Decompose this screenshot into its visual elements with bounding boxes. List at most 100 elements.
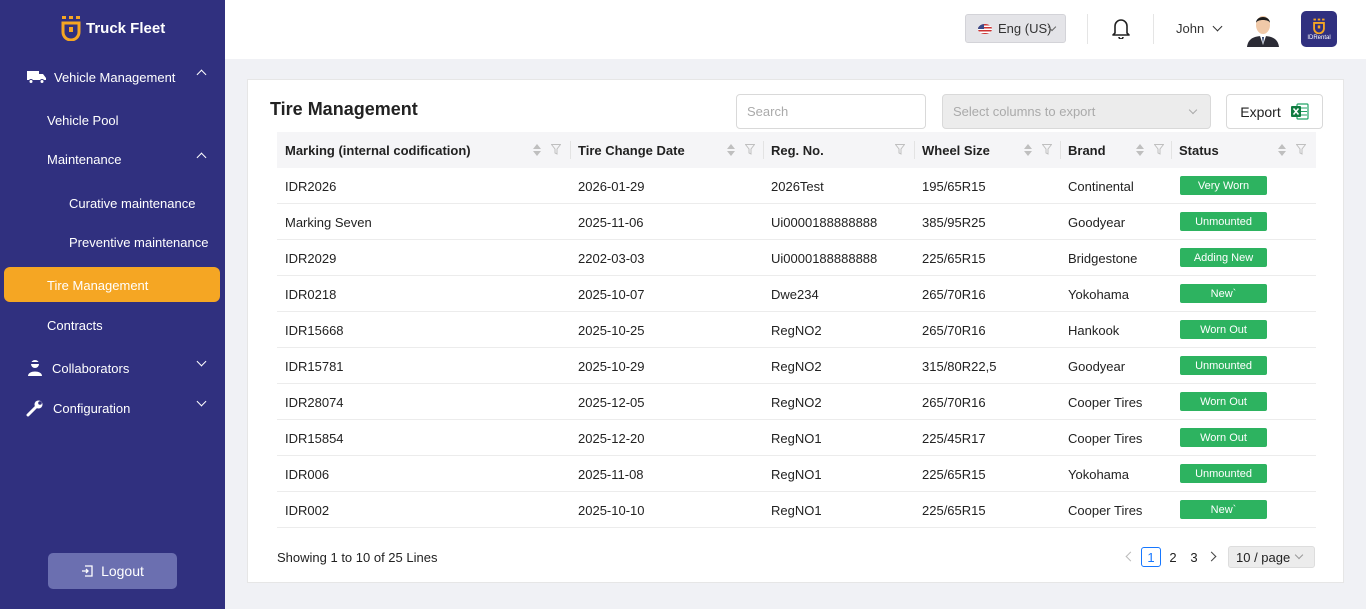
- sidebar-item-label: Maintenance: [47, 151, 122, 167]
- export-button[interactable]: Export: [1226, 94, 1323, 129]
- column-header-reg-no[interactable]: Reg. No.: [763, 132, 914, 168]
- sort-icon[interactable]: [1024, 144, 1032, 156]
- filter-icon[interactable]: [745, 144, 755, 155]
- sort-icon[interactable]: [533, 144, 541, 156]
- pagination: 1 2 3 10 / page: [1124, 546, 1324, 568]
- status-badge: Unmounted: [1180, 356, 1267, 375]
- cell-wheel-size: 225/65R15: [922, 250, 986, 266]
- table-row[interactable]: IDR006 2025-11-08 RegNO1 225/65R15 Yokoh…: [277, 456, 1316, 492]
- cell-reg-no: 2026Test: [771, 178, 824, 194]
- page-2-button[interactable]: 2: [1166, 546, 1180, 568]
- filter-icon[interactable]: [1042, 144, 1052, 155]
- filter-icon[interactable]: [1154, 144, 1164, 155]
- table-row[interactable]: IDR2029 2202-03-03 Ui0000188888888 225/6…: [277, 240, 1316, 276]
- cell-wheel-size: 265/70R16: [922, 286, 986, 302]
- export-columns-select[interactable]: Select columns to export: [942, 94, 1211, 129]
- cell-reg-no: RegNO1: [771, 430, 822, 446]
- cell-reg-no: RegNO2: [771, 322, 822, 338]
- sidebar-item-preventive-maintenance[interactable]: Preventive maintenance: [0, 233, 225, 251]
- cell-reg-no: Ui0000188888888: [771, 250, 878, 266]
- cell-marking: IDR2029: [285, 250, 337, 266]
- sort-icon[interactable]: [1278, 144, 1286, 156]
- sidebar-item-label: Collaborators: [52, 360, 130, 376]
- cell-marking: Marking Seven: [285, 214, 372, 230]
- search-input[interactable]: [736, 94, 926, 129]
- cell-tire-change-date: 2025-10-10: [578, 502, 645, 518]
- column-header-wheel-size[interactable]: Wheel Size: [914, 132, 1060, 168]
- sidebar-item-collaborators[interactable]: Collaborators: [0, 356, 225, 378]
- table-row[interactable]: IDR0218 2025-10-07 Dwe234 265/70R16 Yoko…: [277, 276, 1316, 312]
- cell-brand: Yokohama: [1068, 286, 1129, 302]
- cell-brand: Continental: [1068, 178, 1134, 194]
- column-header-label: Status: [1179, 142, 1219, 158]
- sidebar-item-contracts[interactable]: Contracts: [0, 316, 225, 334]
- filter-icon[interactable]: [551, 144, 561, 155]
- tire-management-card: Tire Management Select columns to export…: [247, 79, 1344, 583]
- cell-brand: Hankook: [1068, 322, 1120, 338]
- cell-tire-change-date: 2025-11-06: [578, 214, 644, 230]
- table-row[interactable]: IDR2026 2026-01-29 2026Test 195/65R15 Co…: [277, 168, 1316, 204]
- brand-logo[interactable]: IDRental: [1301, 11, 1337, 47]
- app-name: Truck Fleet: [86, 19, 166, 37]
- column-header-marking[interactable]: Marking (internal codification): [277, 132, 570, 168]
- cell-reg-no: RegNO1: [771, 466, 822, 482]
- status-badge: Very Worn: [1180, 176, 1267, 195]
- language-select[interactable]: Eng (US): [965, 14, 1066, 43]
- cell-reg-no: Dwe234: [771, 286, 819, 302]
- avatar[interactable]: [1245, 11, 1281, 47]
- user-name: John: [1176, 21, 1205, 36]
- excel-icon: [1290, 103, 1309, 120]
- user-menu[interactable]: John: [1176, 21, 1223, 36]
- table-row[interactable]: IDR15668 2025-10-25 RegNO2 265/70R16 Han…: [277, 312, 1316, 348]
- next-page-icon[interactable]: [1206, 551, 1217, 562]
- app-logo[interactable]: Truck Fleet: [60, 14, 165, 42]
- sidebar-item-maintenance[interactable]: Maintenance: [0, 150, 225, 168]
- table-row[interactable]: IDR28074 2025-12-05 RegNO2 265/70R16 Coo…: [277, 384, 1316, 420]
- table-row[interactable]: IDR002 2025-10-10 RegNO1 225/65R15 Coope…: [277, 492, 1316, 528]
- page-1-button[interactable]: 1: [1141, 547, 1161, 567]
- column-header-label: Tire Change Date: [578, 142, 685, 158]
- cell-marking: IDR2026: [285, 178, 337, 194]
- table-row[interactable]: Marking Seven 2025-11-06 Ui0000188888888…: [277, 204, 1316, 240]
- sort-icon[interactable]: [1136, 144, 1144, 156]
- cell-wheel-size: 225/65R15: [922, 466, 986, 482]
- cell-tire-change-date: 2025-11-08: [578, 466, 644, 482]
- status-badge: Unmounted: [1180, 464, 1267, 483]
- status-badge: Worn Out: [1180, 392, 1267, 411]
- prev-page-icon[interactable]: [1125, 551, 1136, 562]
- chevron-up-icon: [196, 69, 207, 80]
- cell-reg-no: Ui0000188888888: [771, 214, 878, 230]
- sidebar-item-vehicle-pool[interactable]: Vehicle Pool: [0, 111, 225, 129]
- notification-bell-icon[interactable]: [1111, 17, 1131, 39]
- cell-tire-change-date: 2025-10-07: [578, 286, 645, 302]
- page-size-select[interactable]: 10 / page: [1228, 546, 1315, 568]
- filter-icon[interactable]: [1296, 144, 1306, 155]
- sidebar: Truck Fleet Vehicle Management Vehicle P…: [0, 0, 225, 609]
- table-row[interactable]: IDR15781 2025-10-29 RegNO2 315/80R22,5 G…: [277, 348, 1316, 384]
- divider: [1087, 14, 1088, 44]
- sort-icon[interactable]: [727, 144, 735, 156]
- sidebar-item-curative-maintenance[interactable]: Curative maintenance: [0, 194, 225, 212]
- cell-reg-no: RegNO2: [771, 358, 822, 374]
- filter-icon[interactable]: [895, 144, 905, 155]
- logout-button[interactable]: Logout: [48, 553, 177, 589]
- cell-tire-change-date: 2025-12-20: [578, 430, 645, 446]
- export-columns-placeholder: Select columns to export: [953, 104, 1096, 119]
- column-header-label: Marking (internal codification): [285, 142, 471, 158]
- cell-marking: IDR002: [285, 502, 330, 518]
- cell-wheel-size: 385/95R25: [922, 214, 986, 230]
- page-3-button[interactable]: 3: [1187, 546, 1201, 568]
- cell-tire-change-date: 2202-03-03: [578, 250, 645, 266]
- cell-marking: IDR006: [285, 466, 330, 482]
- sidebar-item-tire-management[interactable]: Tire Management: [0, 276, 225, 294]
- sidebar-item-label: Tire Management: [47, 277, 149, 293]
- brand-badge-text: IDRental: [1307, 34, 1331, 41]
- column-header-status[interactable]: Status: [1171, 132, 1316, 168]
- top-bar: Eng (US) John IDRental: [225, 0, 1366, 59]
- table-row[interactable]: IDR15854 2025-12-20 RegNO1 225/45R17 Coo…: [277, 420, 1316, 456]
- sidebar-item-vehicle-management[interactable]: Vehicle Management: [0, 67, 225, 87]
- page-size-value: 10 / page: [1236, 549, 1291, 565]
- sidebar-item-configuration[interactable]: Configuration: [0, 396, 225, 418]
- status-badge: Worn Out: [1180, 320, 1267, 339]
- cell-wheel-size: 195/65R15: [922, 178, 986, 194]
